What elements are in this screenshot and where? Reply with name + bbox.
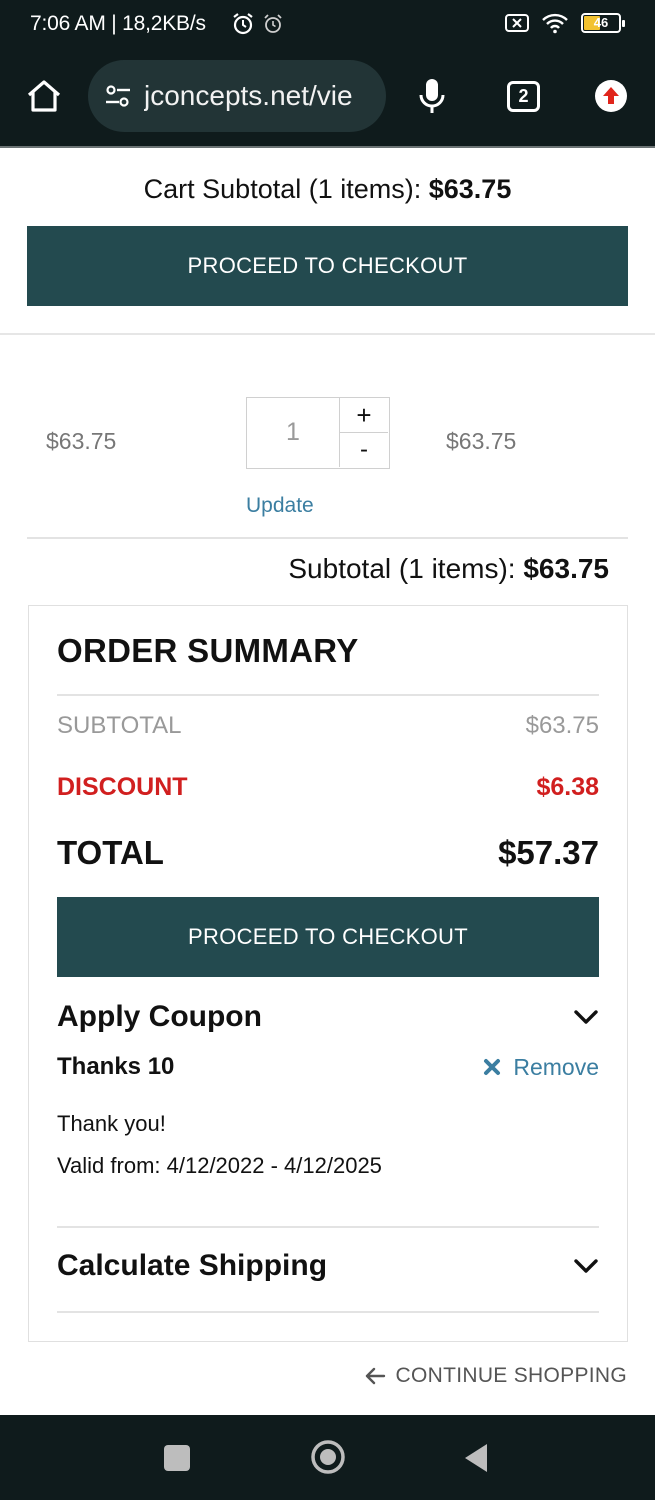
quantity-stepper: 1 + -	[246, 397, 390, 469]
divider	[57, 1311, 599, 1313]
quantity-decrease-button[interactable]: -	[340, 433, 388, 467]
update-link[interactable]: Update	[246, 494, 314, 518]
divider	[57, 694, 599, 696]
order-summary-panel: ORDER SUMMARY SUBTOTAL $63.75 DISCOUNT $…	[28, 605, 628, 1342]
applied-coupon: Thanks 10 Remove	[57, 1053, 599, 1081]
battery-level: 46	[593, 15, 609, 30]
item-total-price: $63.75	[446, 428, 517, 454]
back-icon[interactable]	[463, 1442, 489, 1474]
continue-shopping-link[interactable]: CONTINUE SHOPPING	[364, 1364, 627, 1388]
quantity-input[interactable]: 1	[247, 398, 340, 467]
system-nav-bar	[0, 1415, 655, 1500]
battery-icon: 46	[581, 13, 625, 33]
url-text[interactable]: jconcepts.net/vie	[144, 80, 376, 112]
remove-coupon-label[interactable]: Remove	[513, 1054, 599, 1081]
subtotal-line: Subtotal (1 items): $63.75	[288, 553, 609, 585]
recent-apps-icon[interactable]	[164, 1445, 190, 1471]
cart-subtotal: Cart Subtotal (1 items): $63.75	[0, 174, 655, 205]
summary-discount-label: DISCOUNT	[57, 773, 188, 801]
calculate-shipping-toggle[interactable]: Calculate Shipping	[57, 1249, 599, 1283]
summary-subtotal-value: $63.75	[525, 712, 599, 739]
home-button-icon[interactable]	[310, 1439, 346, 1475]
wifi-icon	[542, 13, 568, 34]
apply-coupon-toggle[interactable]: Apply Coupon	[57, 1000, 599, 1034]
status-bar: 7:06 AM | 18,2KB/s 46	[0, 0, 655, 48]
cart-page: Cart Subtotal (1 items): $63.75 PROCEED …	[0, 150, 655, 1415]
summary-total-row: TOTAL $57.37	[57, 834, 599, 872]
summary-discount-row: DISCOUNT $6.38	[57, 773, 599, 802]
item-unit-price: $63.75	[46, 428, 117, 454]
alarm-outline-icon	[264, 14, 282, 33]
cart-subtotal-label: Cart Subtotal (1 items):	[143, 174, 429, 204]
remove-coupon-button[interactable]: Remove	[483, 1054, 599, 1081]
quantity-increase-button[interactable]: +	[340, 398, 388, 433]
chevron-down-icon[interactable]	[573, 1257, 599, 1275]
arrow-left-icon[interactable]	[364, 1367, 386, 1385]
browser-toolbar: jconcepts.net/vie 2	[0, 48, 655, 148]
coupon-validity: Valid from: 4/12/2022 - 4/12/2025	[57, 1153, 382, 1178]
alarm-icon	[233, 13, 253, 35]
home-icon[interactable]	[24, 76, 64, 116]
apply-coupon-title: Apply Coupon	[57, 1000, 262, 1033]
microphone-icon[interactable]	[416, 76, 448, 116]
divider	[0, 333, 655, 335]
upload-icon[interactable]	[594, 79, 628, 113]
chevron-down-icon[interactable]	[573, 1008, 599, 1026]
continue-shopping-label[interactable]: CONTINUE SHOPPING	[396, 1364, 627, 1388]
summary-discount-value: $6.38	[536, 773, 599, 801]
tab-switcher-button[interactable]: 2	[507, 81, 540, 112]
status-time: 7:06 AM | 18,2KB/s	[30, 12, 206, 35]
summary-subtotal-row: SUBTOTAL $63.75	[57, 712, 599, 740]
calculate-shipping-title: Calculate Shipping	[57, 1249, 328, 1282]
coupon-code: Thanks 10	[57, 1053, 175, 1080]
coupon-description: Thank you!	[57, 1111, 166, 1136]
subtotal-label: Subtotal (1 items):	[288, 553, 524, 584]
divider	[27, 537, 628, 539]
cart-subtotal-value: $63.75	[428, 174, 512, 204]
sim-off-icon	[505, 14, 529, 32]
summary-checkout-button[interactable]: PROCEED TO CHECKOUT	[57, 897, 599, 977]
subtotal-value: $63.75	[523, 553, 609, 584]
summary-total-value: $57.37	[498, 834, 599, 871]
divider	[57, 1226, 599, 1228]
proceed-to-checkout-button[interactable]: PROCEED TO CHECKOUT	[27, 226, 628, 306]
order-summary-title: ORDER SUMMARY	[57, 632, 359, 669]
summary-subtotal-label: SUBTOTAL	[57, 712, 182, 739]
summary-total-label: TOTAL	[57, 834, 164, 871]
site-settings-icon[interactable]	[104, 82, 132, 110]
close-icon[interactable]	[483, 1058, 501, 1076]
address-bar[interactable]: jconcepts.net/vie	[88, 60, 386, 132]
